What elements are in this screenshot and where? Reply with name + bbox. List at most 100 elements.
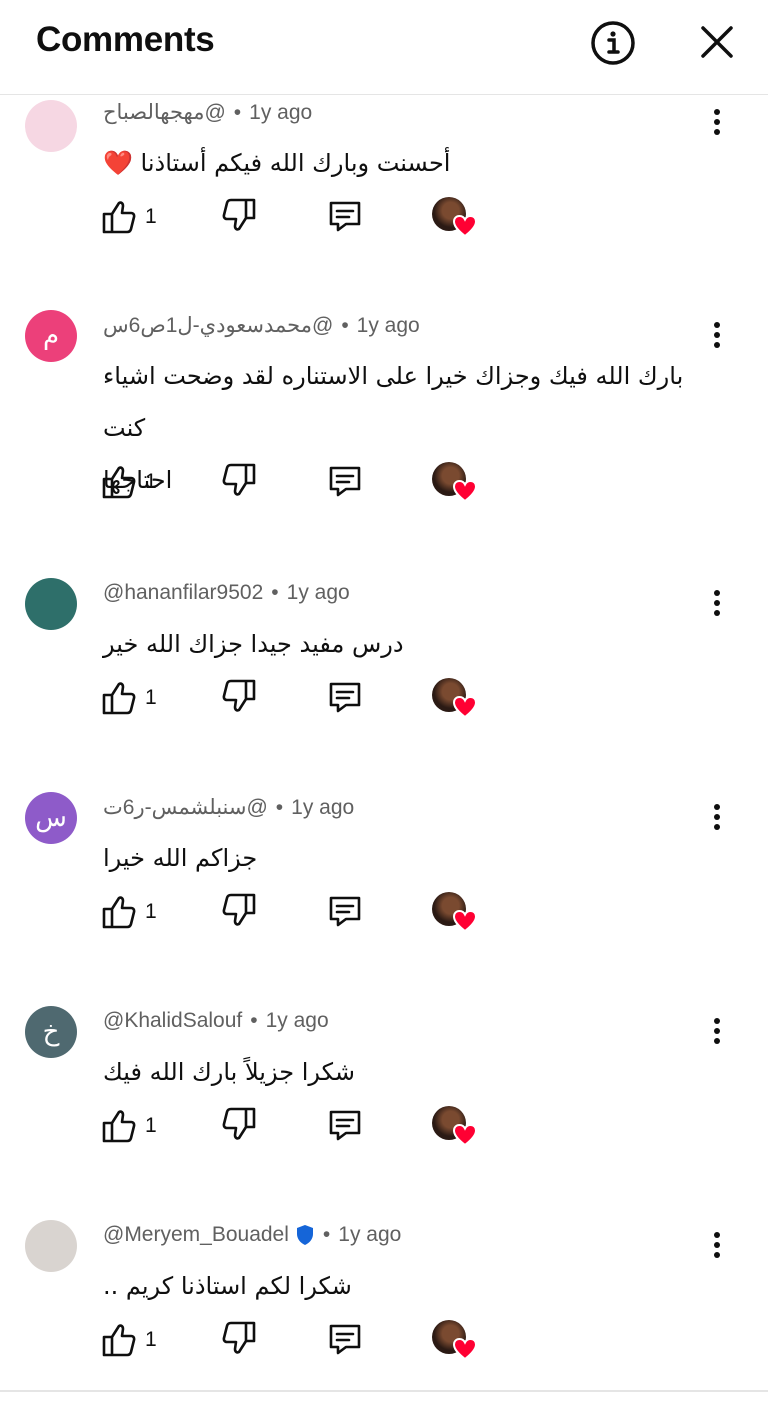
thumb-up-icon <box>101 680 137 716</box>
comment-time: 1y ago <box>286 581 350 604</box>
reply-button[interactable] <box>326 197 366 237</box>
reply-icon <box>326 892 366 930</box>
like-count: 1 <box>145 1328 157 1351</box>
comment-line: شكرا لكم استاذنا كريم .. <box>103 1272 352 1300</box>
dislike-button[interactable] <box>221 197 259 237</box>
like-button[interactable]: 1 <box>101 678 171 718</box>
like-button[interactable]: 1 <box>101 462 171 502</box>
comment-actions: 1 <box>0 678 768 738</box>
avatar-letter: خ <box>42 1017 60 1047</box>
comment-meta: @hananfilar9502 • 1y ago <box>103 581 350 605</box>
comment-line: جزاكم الله خيرا <box>103 844 258 872</box>
heart-icon <box>452 1122 478 1148</box>
creator-heart-badge <box>432 197 478 241</box>
like-button[interactable]: 1 <box>101 197 171 237</box>
info-icon[interactable] <box>589 19 637 67</box>
avatar[interactable] <box>25 1220 77 1272</box>
comment-line: أحسنت وبارك الله فيكم أستاذنا ❤️ <box>103 149 451 177</box>
more-vert-icon[interactable] <box>702 320 732 350</box>
avatar[interactable]: م <box>25 310 77 362</box>
comment-meta: @KhalidSalouf • 1y ago <box>103 1009 329 1033</box>
comment-time: 1y ago <box>338 1223 402 1246</box>
more-vert-icon[interactable] <box>702 107 732 137</box>
creator-heart-badge <box>432 462 478 506</box>
comment-item: @hananfilar9502 • 1y ago درس مفيد جيدا جزاك… <box>0 578 768 792</box>
comment-actions: 1 <box>0 892 768 952</box>
dislike-button[interactable] <box>221 462 259 502</box>
reply-icon <box>326 197 366 235</box>
comment-meta: @Meryem_Bouadel • 1y ago <box>103 1223 401 1247</box>
separator-dot: • <box>271 581 279 604</box>
avatar[interactable]: س <box>25 792 77 844</box>
thumb-up-icon <box>101 199 137 235</box>
comment-actions: 1 <box>0 1320 768 1380</box>
comment-time: 1y ago <box>356 313 420 337</box>
dislike-button[interactable] <box>221 1320 259 1360</box>
creator-heart-badge <box>432 678 478 722</box>
author-handle[interactable]: @hananfilar9502 <box>103 581 263 605</box>
comment-item: خ @KhalidSalouf • 1y ago شكرا جزيلاً بارك ال… <box>0 1006 768 1220</box>
comment-text: درس مفيد جيدا جزاك الله خير <box>103 618 707 670</box>
comment-meta: @مهجهالصباح • 1y ago <box>103 100 312 125</box>
more-vert-icon[interactable] <box>702 588 732 618</box>
more-vert-icon[interactable] <box>702 1230 732 1260</box>
author-handle[interactable]: @مهجهالصباح <box>103 100 226 125</box>
thumb-up-icon <box>101 894 137 930</box>
page-title: Comments <box>36 20 215 59</box>
separator-dot: • <box>233 100 242 124</box>
comments-header: Comments <box>0 0 768 95</box>
like-count: 1 <box>145 205 157 228</box>
thumb-down-icon <box>221 678 259 714</box>
dislike-button[interactable] <box>221 1106 259 1146</box>
comment-text: شكرا لكم استاذنا كريم .. <box>103 1260 707 1312</box>
reply-icon <box>326 1106 366 1144</box>
comment-meta: @سنبلشمس-ر6ت • 1y ago <box>103 795 354 820</box>
more-vert-icon[interactable] <box>702 802 732 832</box>
dislike-button[interactable] <box>221 892 259 932</box>
comment-text: جزاكم الله خيرا <box>103 832 707 884</box>
author-handle[interactable]: @محمدسعودي-ل1ص6س <box>103 313 333 338</box>
thumb-down-icon <box>221 1106 259 1142</box>
comment-line: بارك الله فيك وجزاك خيرا على الاستناره ل… <box>103 362 684 442</box>
avatar[interactable] <box>25 100 77 152</box>
heart-icon <box>452 213 478 239</box>
dislike-button[interactable] <box>221 678 259 718</box>
comment-actions: 1 <box>0 197 768 257</box>
author-handle[interactable]: @KhalidSalouf <box>103 1009 242 1033</box>
like-button[interactable]: 1 <box>101 1320 171 1360</box>
creator-heart-badge <box>432 1106 478 1150</box>
reply-icon <box>326 462 366 500</box>
reply-button[interactable] <box>326 892 366 932</box>
heart-icon <box>452 478 478 504</box>
like-count: 1 <box>145 1114 157 1137</box>
comment-actions: 1 <box>0 462 768 522</box>
close-icon[interactable] <box>697 22 737 62</box>
separator-dot: • <box>322 1223 331 1246</box>
heart-icon <box>452 1336 478 1362</box>
reply-button[interactable] <box>326 1320 366 1360</box>
thumb-up-icon <box>101 1108 137 1144</box>
heart-icon <box>452 908 478 934</box>
comment-line: درس مفيد جيدا جزاك الله خير <box>103 630 404 658</box>
comment-item: س @سنبلشمس-ر6ت • 1y ago جزاكم الله خيرا 1 <box>0 792 768 1006</box>
avatar[interactable] <box>25 578 77 630</box>
thumb-up-icon <box>101 464 137 500</box>
thumb-down-icon <box>221 892 259 928</box>
avatar-letter: م <box>42 321 60 351</box>
heart-icon <box>452 694 478 720</box>
like-count: 1 <box>145 686 157 709</box>
reply-button[interactable] <box>326 462 366 502</box>
thumb-down-icon <box>221 1320 259 1356</box>
reply-button[interactable] <box>326 1106 366 1146</box>
avatar[interactable]: خ <box>25 1006 77 1058</box>
thumb-up-icon <box>101 1322 137 1358</box>
thumb-down-icon <box>221 462 259 498</box>
like-button[interactable]: 1 <box>101 892 171 932</box>
like-button[interactable]: 1 <box>101 1106 171 1146</box>
separator-dot: • <box>341 313 349 337</box>
more-vert-icon[interactable] <box>702 1016 732 1046</box>
author-handle[interactable]: @Meryem_Bouadel <box>103 1223 289 1247</box>
reply-button[interactable] <box>326 678 366 718</box>
author-handle[interactable]: @سنبلشمس-ر6ت <box>103 795 268 820</box>
verified-icon <box>295 1224 315 1246</box>
